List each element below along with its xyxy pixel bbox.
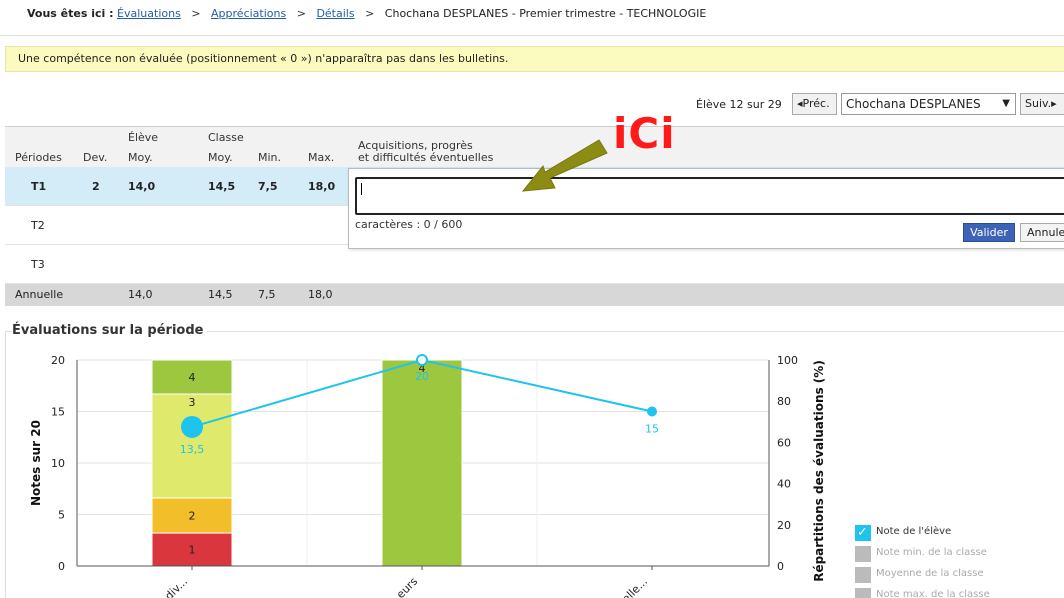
breadcrumb-link-details[interactable]: Détails xyxy=(316,7,354,20)
bar-label: 3 xyxy=(189,396,196,409)
breadcrumb-separator: > xyxy=(296,7,306,20)
comment-editor: caractères : 0 / 600 Valider Annuler xyxy=(348,168,1064,249)
y2-tick-label: 40 xyxy=(777,478,791,491)
legend-label: Note min. de la classe xyxy=(876,547,987,558)
y2-tick-label: 60 xyxy=(777,436,791,449)
breadcrumb-current: Chochana DESPLANES - Premier trimestre -… xyxy=(384,7,707,20)
cell-moy: 14,0 xyxy=(128,180,156,193)
header-eleve-moy: Moy. xyxy=(128,151,153,164)
divider xyxy=(0,35,1064,36)
y2-tick-label: 20 xyxy=(777,519,791,532)
cell-classe-moy: 14,5 xyxy=(208,180,236,193)
caret-right-icon: ▸ xyxy=(1051,97,1057,110)
legend-label: Moyenne de la classe xyxy=(876,568,984,579)
cell-dev: 2 xyxy=(92,180,100,193)
header-eleve: Élève xyxy=(128,131,159,144)
student-select[interactable]: Chochana DESPLANES ▼ xyxy=(841,93,1016,115)
y2-axis-label: Répartitions des évaluations (%) xyxy=(812,360,826,582)
legend-item-moyenne[interactable]: Moyenne de la classe xyxy=(855,565,990,586)
breadcrumb: Vous êtes ici : Évaluations > Appréciati… xyxy=(27,7,706,20)
cell-period: Annuelle xyxy=(15,288,64,301)
breadcrumb-link-evaluations[interactable]: Évaluations xyxy=(117,7,181,20)
header-classe: Classe xyxy=(208,131,244,144)
info-notice: Une compétence non évaluée (positionneme… xyxy=(5,46,1064,72)
y2-tick-label: 100 xyxy=(777,354,798,367)
text-cursor xyxy=(361,183,362,195)
validate-button[interactable]: Valider xyxy=(963,223,1015,242)
cell-classe-min: 7,5 xyxy=(258,288,276,301)
legend-label: Note max. de la classe xyxy=(876,589,990,598)
table-row-annual: Annuelle 14,0 14,5 7,5 18,0 xyxy=(5,284,1064,306)
student-navigation: Élève 12 sur 29 ◂Préc. Chochana DESPLANE… xyxy=(0,93,1064,117)
breadcrumb-link-appreciations[interactable]: Appréciations xyxy=(211,7,286,20)
header-acquisitions-2: et difficultés éventuelles xyxy=(358,151,494,164)
breadcrumb-separator: > xyxy=(365,7,375,20)
x-tick-label: ...eurs xyxy=(387,575,421,598)
student-select-value: Chochana DESPLANES xyxy=(846,97,981,111)
chevron-down-icon: ▼ xyxy=(1002,98,1010,109)
y2-tick-label: 80 xyxy=(777,395,791,408)
header-classe-moy: Moy. xyxy=(208,151,233,164)
y-tick-label: 0 xyxy=(58,560,65,573)
previous-button[interactable]: ◂Préc. xyxy=(792,93,837,115)
cell-classe-min: 7,5 xyxy=(258,180,278,193)
header-classe-max: Max. xyxy=(308,151,335,164)
char-counter: caractères : 0 / 600 xyxy=(355,218,463,231)
data-point xyxy=(647,406,657,417)
data-label: 15 xyxy=(645,423,659,436)
cell-period: T1 xyxy=(31,180,47,193)
legend-item-note-max[interactable]: Note max. de la classe xyxy=(855,586,990,598)
y-tick-label: 20 xyxy=(51,354,65,367)
checkbox-unchecked-icon xyxy=(855,546,871,562)
header-dev: Dev. xyxy=(83,151,108,164)
data-point xyxy=(181,415,203,438)
table-header: Périodes Dev. Élève Moy. Classe Moy. Min… xyxy=(5,126,1064,167)
cell-classe-moy: 14,5 xyxy=(208,288,233,301)
bar-label: 2 xyxy=(189,510,196,523)
data-point xyxy=(416,354,428,366)
legend-label: Note de l'élève xyxy=(876,526,952,537)
header-classe-min: Min. xyxy=(258,151,282,164)
cancel-button[interactable]: Annuler xyxy=(1020,223,1064,242)
table-row[interactable]: T3 xyxy=(5,245,1064,284)
next-button[interactable]: Suiv.▸ xyxy=(1020,93,1064,115)
cell-classe-max: 18,0 xyxy=(308,180,336,193)
y-axis-label: Notes sur 20 xyxy=(29,420,43,506)
cell-period: T2 xyxy=(31,219,45,232)
data-label: 13,5 xyxy=(180,443,205,456)
checkbox-checked-icon xyxy=(855,524,871,542)
breadcrumb-label: Vous êtes ici : xyxy=(27,7,114,20)
y-tick-label: 15 xyxy=(51,406,65,419)
y-tick-label: 5 xyxy=(58,509,65,522)
cell-moy: 14,0 xyxy=(128,288,153,301)
y-tick-label: 10 xyxy=(51,457,65,470)
breadcrumb-separator: > xyxy=(191,7,201,20)
checkbox-unchecked-icon xyxy=(855,567,871,583)
previous-label: Préc. xyxy=(802,97,830,110)
bar-label: 1 xyxy=(189,544,196,557)
comment-textarea[interactable] xyxy=(355,177,1064,215)
header-periods: Périodes xyxy=(15,151,62,164)
legend-item-note-eleve[interactable]: Note de l'élève xyxy=(855,523,990,544)
student-count: Élève 12 sur 29 xyxy=(696,98,782,111)
annotation-label: iCi xyxy=(613,109,676,158)
bar-segment xyxy=(381,359,463,567)
data-label: 20 xyxy=(415,370,429,383)
chart-title: Évaluations sur la période xyxy=(12,323,208,338)
cell-classe-max: 18,0 xyxy=(308,288,333,301)
x-tick-label: ...elle... xyxy=(612,575,650,598)
bar-label: 4 xyxy=(189,371,196,384)
cell-period: T3 xyxy=(31,258,45,271)
y2-tick-label: 0 xyxy=(777,560,784,573)
checkbox-unchecked-icon xyxy=(855,588,871,598)
x-tick-label: ...div... xyxy=(155,575,190,598)
legend-item-note-min[interactable]: Note min. de la classe xyxy=(855,544,990,565)
chart-legend: Note de l'élève Note min. de la classe M… xyxy=(855,523,990,598)
next-label: Suiv. xyxy=(1025,97,1052,110)
